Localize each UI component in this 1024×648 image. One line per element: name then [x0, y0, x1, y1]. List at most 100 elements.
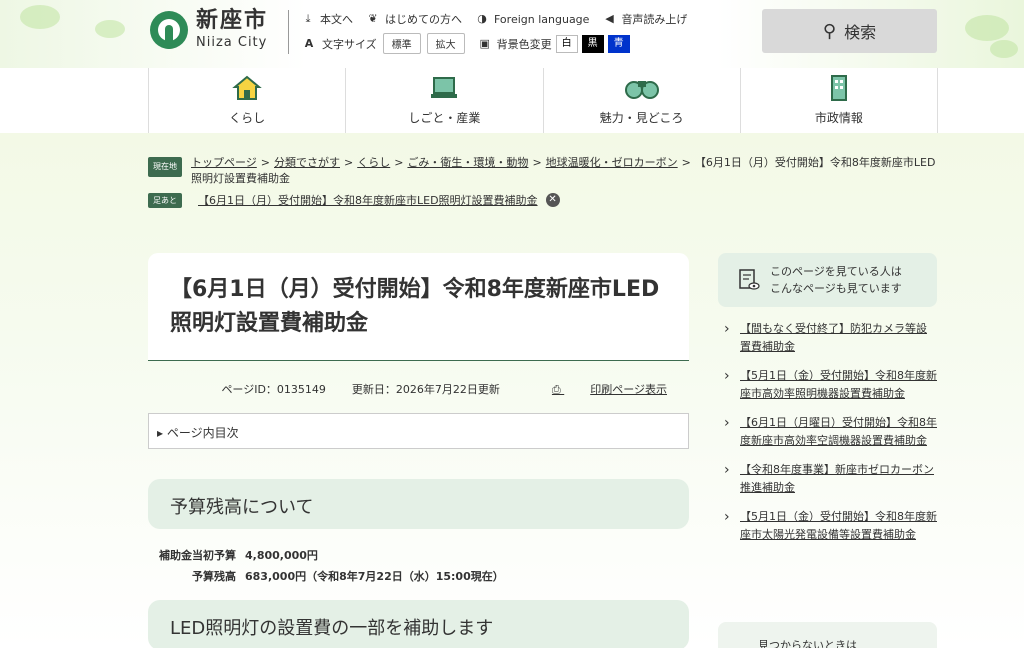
bg-white-button[interactable]: 白	[555, 34, 578, 53]
related-page-link[interactable]: 【令和8年度事業】新座市ゼロカーボン推進補助金	[740, 463, 934, 494]
breadcrumb-link[interactable]: 地球温暖化・ゼロカーボン	[546, 156, 678, 169]
related-page-link[interactable]: 【6月1日（月曜日）受付開始】令和8年度新座市高効率空調機器設置費補助金	[740, 416, 937, 447]
link-label: 音声読み上げ	[621, 13, 688, 26]
bg-color-label: 背景色変更	[496, 37, 552, 51]
site-logo[interactable]: 新座市 Niiza City	[150, 10, 268, 49]
breadcrumb-separator: >	[344, 156, 354, 169]
table-of-contents-toggle[interactable]: ▸ ページ内目次	[148, 413, 689, 449]
breadcrumb-link[interactable]: ごみ・衛生・環境・動物	[407, 156, 528, 169]
skip-to-content-link[interactable]: ⤓ 本文へ	[302, 11, 353, 27]
download-icon: ⤓	[305, 12, 311, 25]
breadcrumb-separator: >	[394, 156, 404, 169]
nav-item-city-info[interactable]: 市政情報	[741, 68, 938, 133]
search-icon: ⚲	[822, 20, 837, 42]
print-link[interactable]: ⎙ 印刷ページ表示	[526, 381, 667, 397]
first-time-visitors-link[interactable]: ❦ はじめての方へ	[367, 11, 462, 27]
foreign-language-link[interactable]: ◑ Foreign language	[476, 13, 589, 26]
font-size-label: 文字サイズ	[322, 37, 377, 51]
breadcrumb-separator: >	[260, 156, 270, 169]
nav-item-living[interactable]: くらし	[149, 68, 347, 133]
triangle-right-icon: ▸	[157, 426, 167, 440]
nav-item-work[interactable]: しごと・産業	[346, 68, 544, 133]
nav-label: 市政情報	[814, 111, 863, 125]
budget-value: 683,000円（令和8年7月22日（水）15:00現在）	[245, 570, 504, 583]
font-size-standard-button[interactable]: 標準	[382, 33, 421, 54]
search-button[interactable]: ⚲ 検索	[762, 9, 937, 53]
section-heading-subsidy: LED照明灯の設置費の一部を補助します	[148, 600, 689, 648]
nav-item-attractions[interactable]: 魅力・見どころ	[544, 68, 741, 133]
related-page-link[interactable]: 【5月1日（金）受付開始】令和8年度新座市高効率照明機器設置費補助金	[740, 369, 937, 400]
list-item: 【5月1日（金）受付開始】令和8年度新座市高効率照明機器設置費補助金	[718, 367, 937, 403]
section-heading-budget: 予算残高について	[148, 479, 689, 529]
breadcrumb-separator: >	[532, 156, 542, 169]
leaf-decoration	[990, 40, 1018, 58]
link-label: Foreign language	[494, 12, 590, 26]
list-item: 【5月1日（金）受付開始】令和8年度新座市太陽光発電設備等設置費補助金	[718, 508, 937, 544]
breadcrumb-link[interactable]: トップページ	[191, 156, 257, 169]
related-page-link[interactable]: 【5月1日（金）受付開始】令和8年度新座市太陽光発電設備等設置費補助金	[740, 510, 937, 541]
page-id: ページID：0135149	[221, 383, 326, 396]
related-pages-list: 【間もなく受付終了】防犯カメラ等設置費補助金 【5月1日（金）受付開始】令和8年…	[718, 320, 937, 555]
nav-label: 魅力・見どころ	[599, 111, 684, 125]
laptop-icon	[431, 77, 458, 98]
accessibility-controls: A 文字サイズ 標準 拡大 ▣ 背景色変更 白 黒 青	[302, 33, 644, 54]
related-pages-title: このページを見ている人は こんなページも見ています	[770, 265, 902, 295]
footmark-link[interactable]: 【6月1日（月）受付開始】令和8年度新座市LED照明灯設置費補助金	[198, 192, 538, 208]
not-found-title: 見つからないときは	[758, 639, 857, 648]
breadcrumb-separator: >	[681, 156, 691, 169]
leaf-decoration	[965, 15, 1009, 41]
nav-label: くらし	[229, 111, 266, 125]
link-label: 本文へ	[320, 13, 353, 26]
font-size-icon: A	[304, 36, 314, 50]
printer-icon: ⎙	[551, 383, 565, 396]
page-title: 【6月1日（月）受付開始】令和8年度新座市LED照明灯設置費補助金	[170, 277, 660, 336]
palette-icon: ▣	[479, 36, 490, 50]
document-eye-icon	[739, 269, 760, 290]
budget-row: 補助金当初予算 4,800,000円	[148, 545, 504, 566]
search-label: 検索	[844, 23, 877, 42]
list-item: 【令和8年度事業】新座市ゼロカーボン推進補助金	[718, 461, 937, 497]
related-pages-heading: このページを見ている人は こんなページも見ています	[718, 253, 937, 307]
city-emblem-icon	[150, 10, 188, 49]
bg-color-control: ▣ 背景色変更 白 黒 青	[479, 34, 630, 53]
list-item: 【間もなく受付終了】防犯カメラ等設置費補助金	[718, 320, 937, 356]
footmark: 足あと 【6月1日（月）受付開始】令和8年度新座市LED照明灯設置費補助金 ✕	[148, 192, 560, 208]
leaf-decoration	[95, 20, 125, 38]
logo-english: Niiza City	[196, 35, 268, 50]
budget-value: 4,800,000円	[245, 549, 318, 562]
breadcrumb-link[interactable]: くらし	[357, 156, 390, 169]
related-page-link[interactable]: 【間もなく受付終了】防犯カメラ等設置費補助金	[740, 322, 927, 353]
list-item: 【6月1日（月曜日）受付開始】令和8年度新座市高効率空調機器設置費補助金	[718, 414, 937, 450]
budget-label: 補助金当初予算	[159, 549, 236, 562]
link-label: はじめての方へ	[385, 13, 462, 26]
leaf-icon: ❦	[368, 12, 378, 25]
print-label: 印刷ページ表示	[590, 383, 667, 396]
font-size-large-button[interactable]: 拡大	[426, 33, 465, 54]
bg-black-button[interactable]: 黒	[581, 34, 604, 53]
global-nav: くらし しごと・産業 魅力・見どころ 市政情報	[148, 68, 938, 133]
title-card: 【6月1日（月）受付開始】令和8年度新座市LED照明灯設置費補助金	[148, 253, 689, 361]
budget-info: 補助金当初予算 4,800,000円 予算残高 683,000円（令和8年7月2…	[148, 545, 504, 587]
page-meta: ページID：0135149 更新日：2026年7月22日更新 ⎙ 印刷ページ表示	[148, 381, 689, 397]
header-utility-links: ⤓ 本文へ ❦ はじめての方へ ◑ Foreign language ◀ 音声読…	[302, 11, 701, 27]
globe-icon: ◑	[477, 12, 487, 25]
house-icon	[232, 75, 262, 100]
building-icon	[830, 75, 847, 101]
breadcrumb: 現在地 トップページ > 分類でさがす > くらし > ごみ・衛生・環境・動物 > 地球温暖化・…	[148, 155, 938, 187]
close-icon[interactable]: ✕	[545, 193, 560, 207]
speaker-icon: ◀	[605, 12, 614, 25]
read-aloud-link[interactable]: ◀ 音声読み上げ	[603, 11, 687, 27]
breadcrumb-link[interactable]: 分類でさがす	[274, 156, 340, 169]
logo-japanese: 新座市	[196, 8, 269, 33]
budget-row: 予算残高 683,000円（令和8年7月22日（水）15:00現在）	[148, 566, 504, 587]
binoculars-icon	[624, 81, 659, 99]
bg-blue-button[interactable]: 青	[607, 34, 630, 53]
toc-label: ページ内目次	[166, 426, 239, 440]
nav-label: しごと・産業	[408, 111, 481, 125]
font-size-control: A 文字サイズ 標準 拡大	[302, 33, 465, 54]
updated-date: 更新日：2026年7月22日更新	[351, 383, 500, 396]
header-divider	[288, 10, 289, 54]
leaf-decoration	[20, 5, 60, 29]
not-found-heading: 見つからないときは	[718, 622, 937, 648]
breadcrumb-tag: 現在地	[148, 157, 182, 177]
